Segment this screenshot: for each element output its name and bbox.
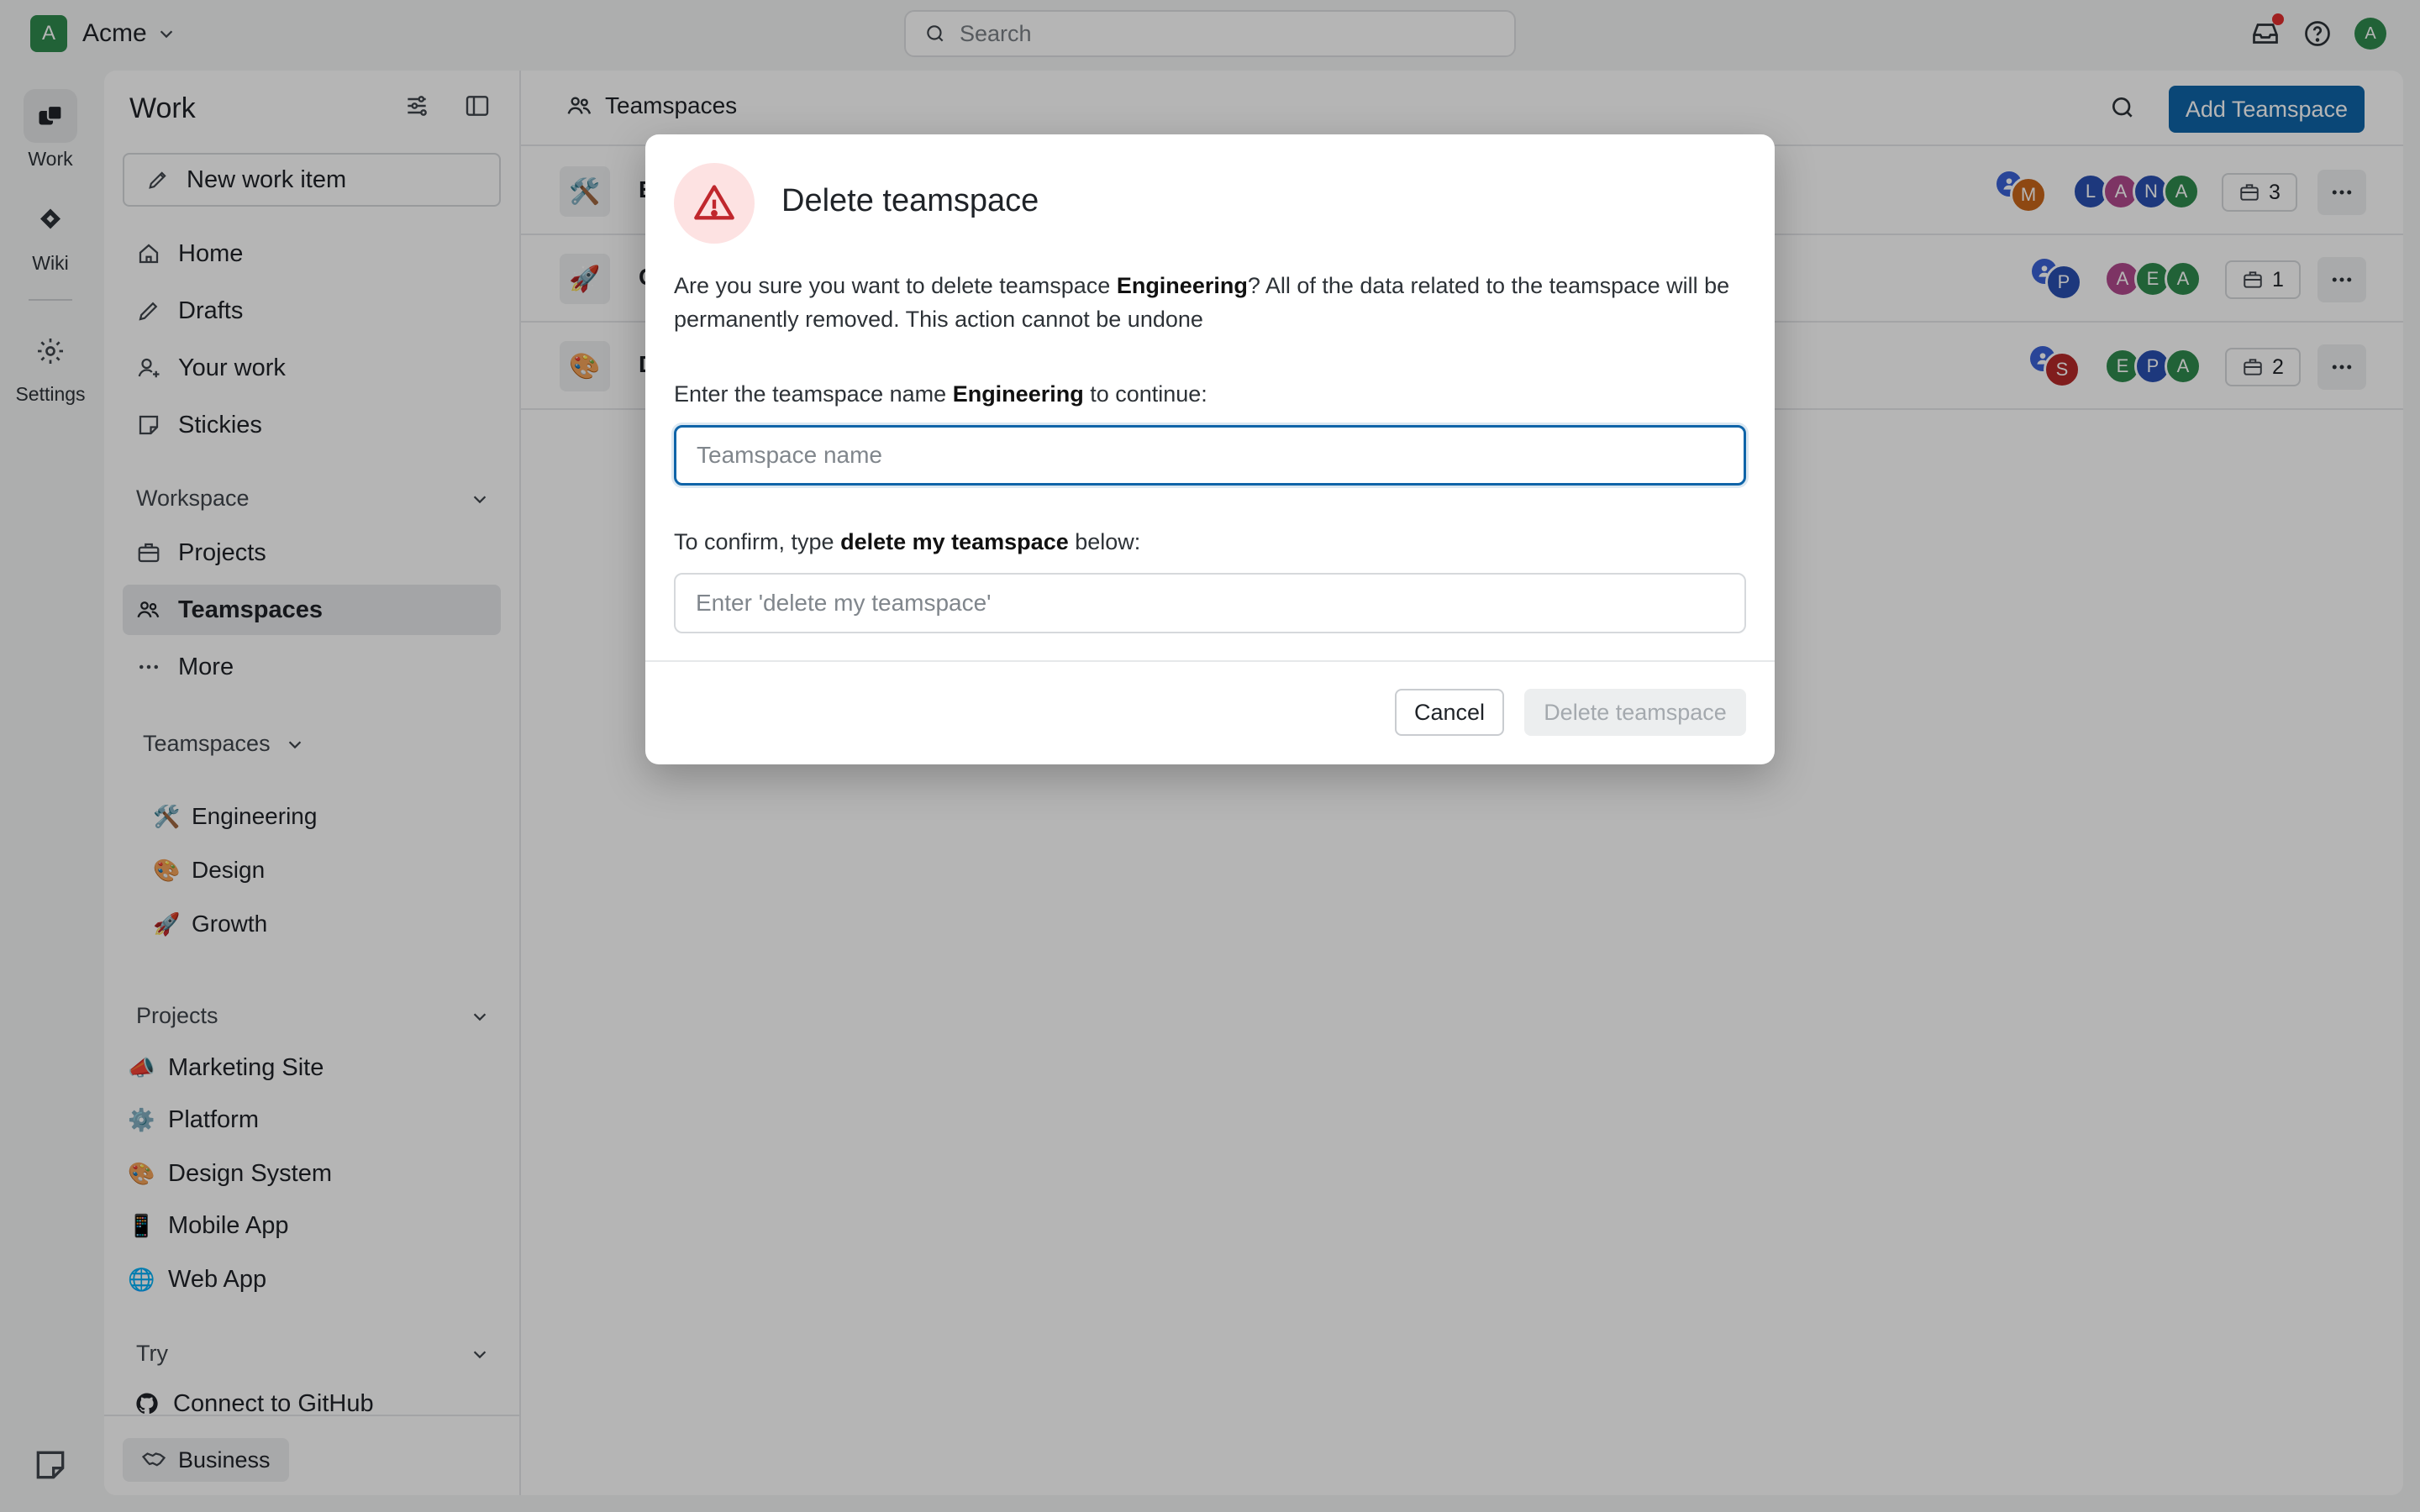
label-confirm-phrase: delete my teamspace [840,529,1069,554]
desc-text: Are you sure you want to delete teamspac… [674,273,1117,298]
modal-description: Are you sure you want to delete teamspac… [674,269,1733,336]
label-text: Enter the teamspace name [674,381,953,407]
delete-teamspace-button[interactable]: Delete teamspace [1524,689,1746,736]
confirm-field-label: To confirm, type delete my teamspace bel… [674,529,1140,555]
label-text: to continue: [1083,381,1207,407]
label-teamspace-name: Engineering [952,381,1084,407]
label-text: below: [1068,529,1141,554]
confirm-phrase-input[interactable] [674,573,1746,633]
cancel-button[interactable]: Cancel [1395,689,1504,736]
teamspace-name-input[interactable] [674,425,1746,486]
warning-triangle-icon [694,185,734,220]
name-field-label: Enter the teamspace name Engineering to … [674,381,1207,407]
modal-footer-divider [645,660,1775,662]
warning-badge [674,163,755,244]
delete-teamspace-modal: Delete teamspace Are you sure you want t… [645,134,1775,764]
desc-teamspace-name: Engineering [1116,273,1248,298]
label-text: To confirm, type [674,529,841,554]
modal-title: Delete teamspace [781,183,1039,218]
